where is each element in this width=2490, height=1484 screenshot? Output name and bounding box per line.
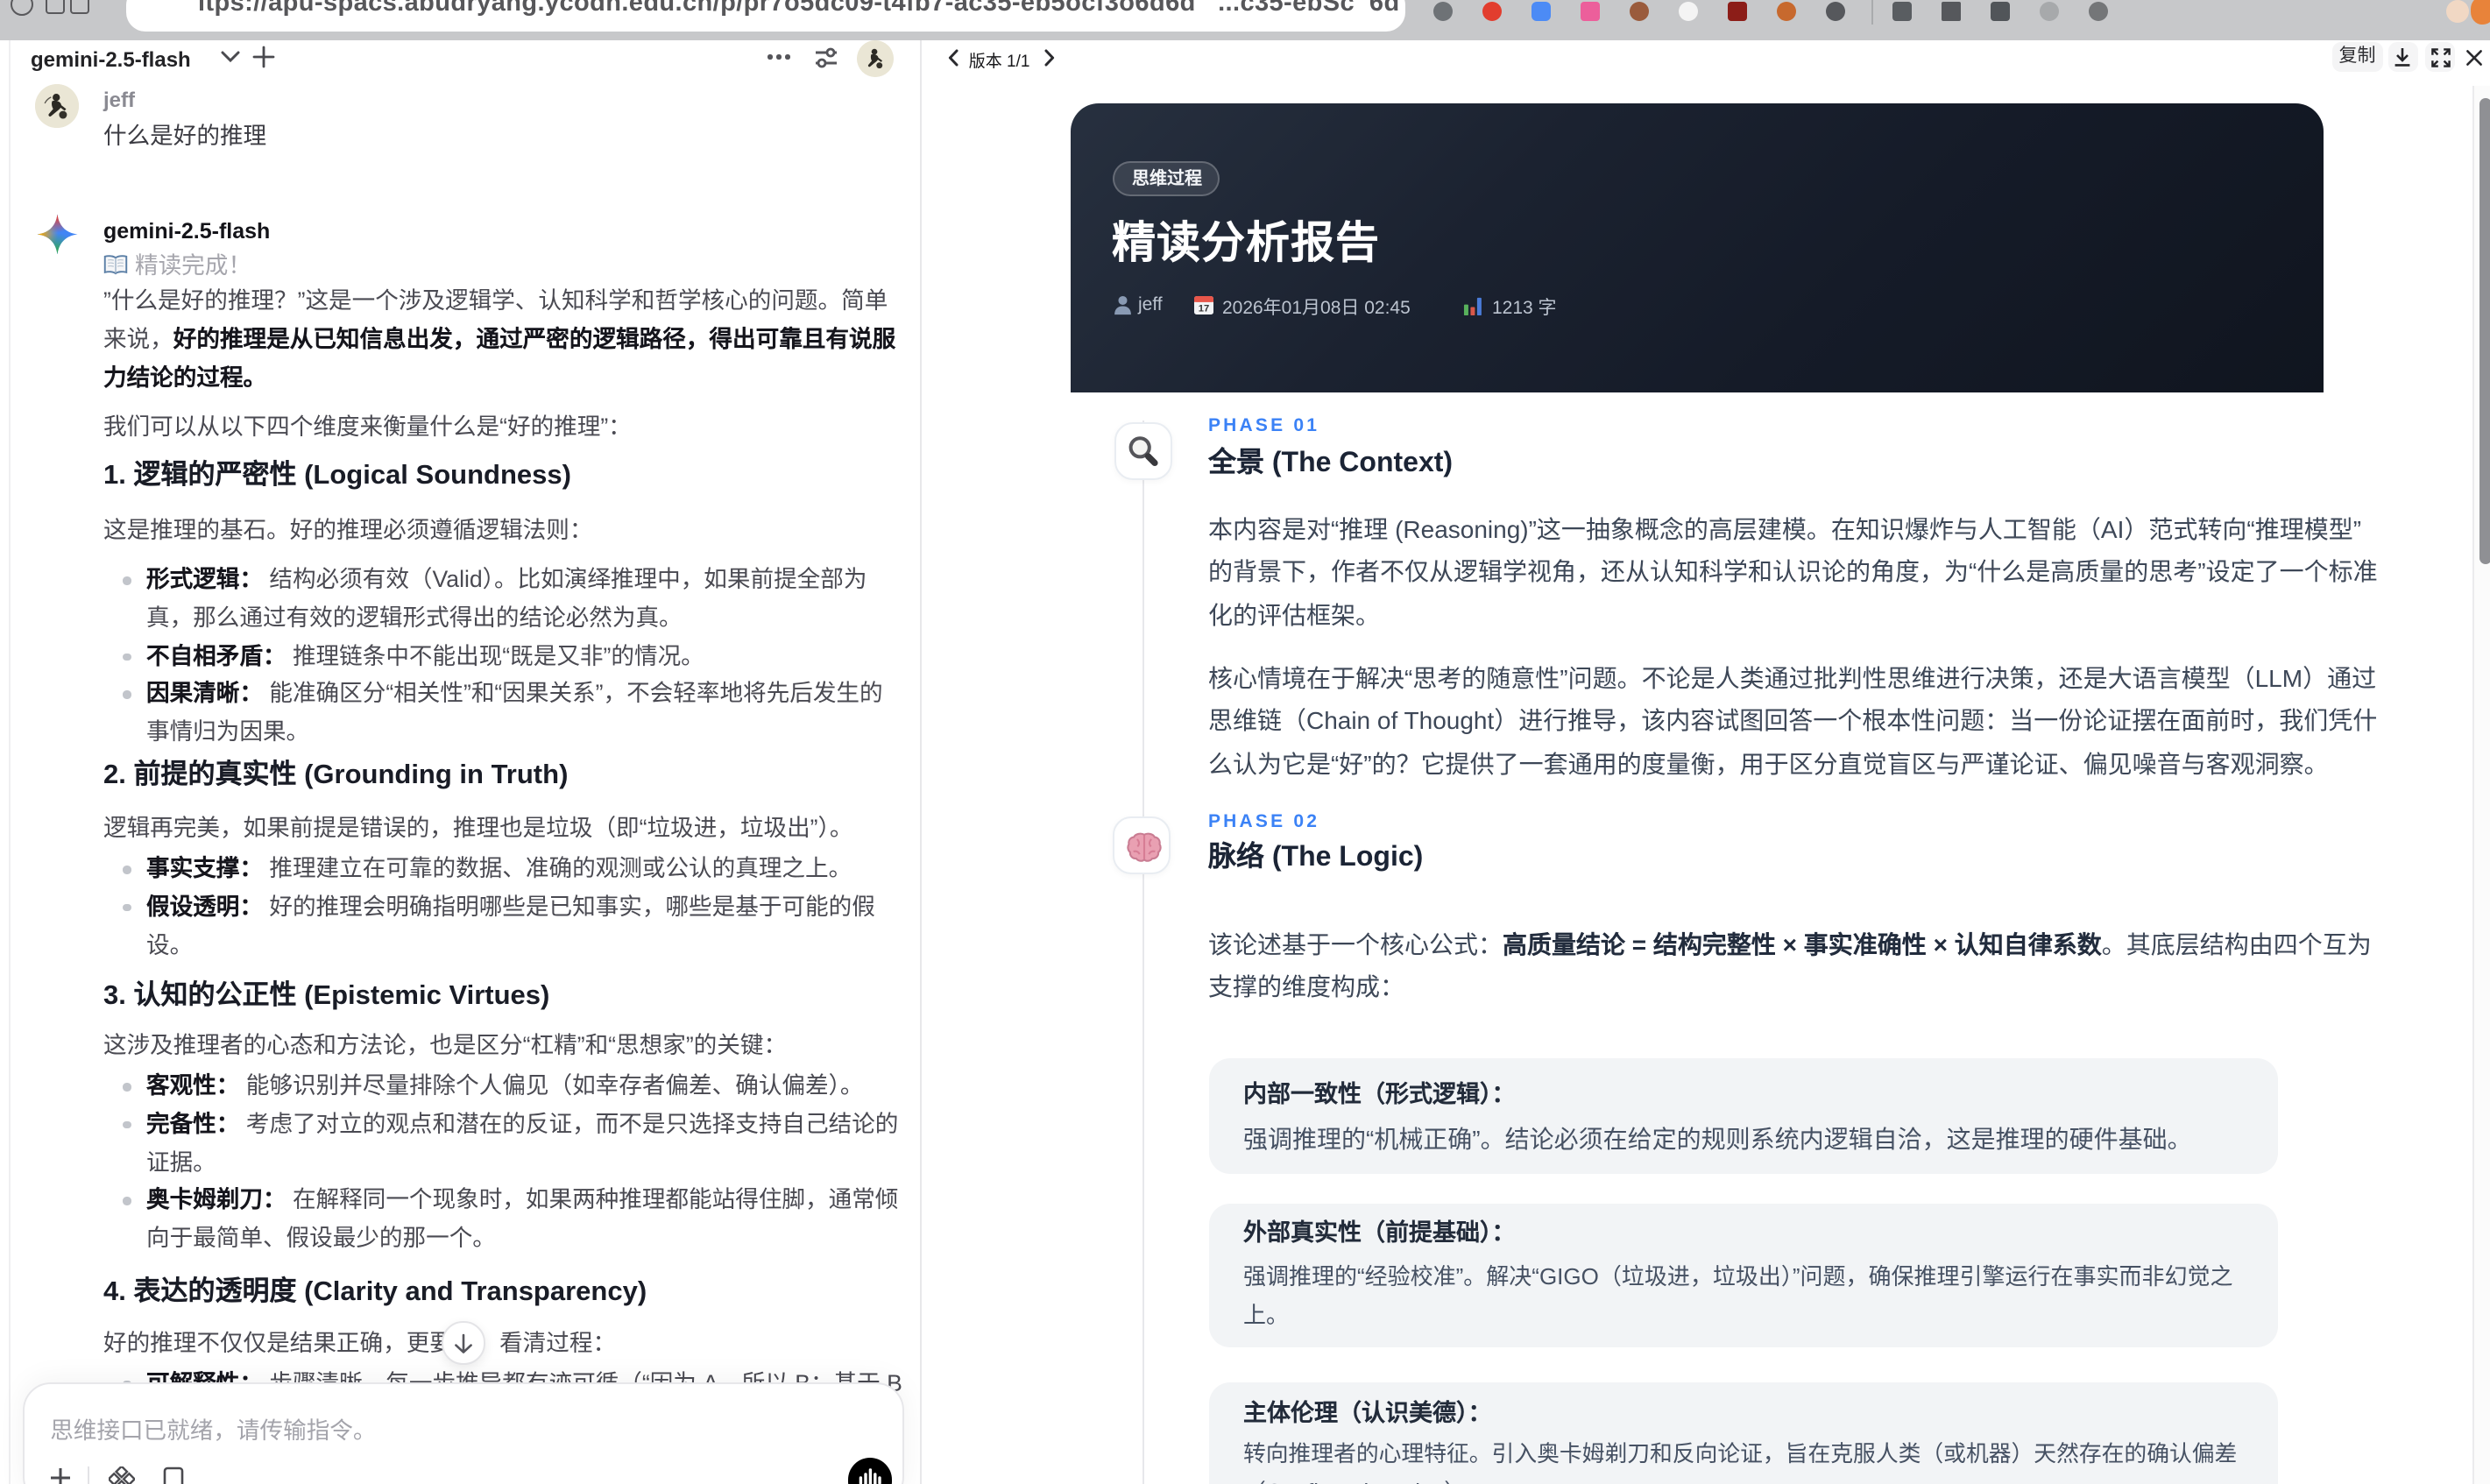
svg-text:17: 17 [1199, 304, 1210, 314]
